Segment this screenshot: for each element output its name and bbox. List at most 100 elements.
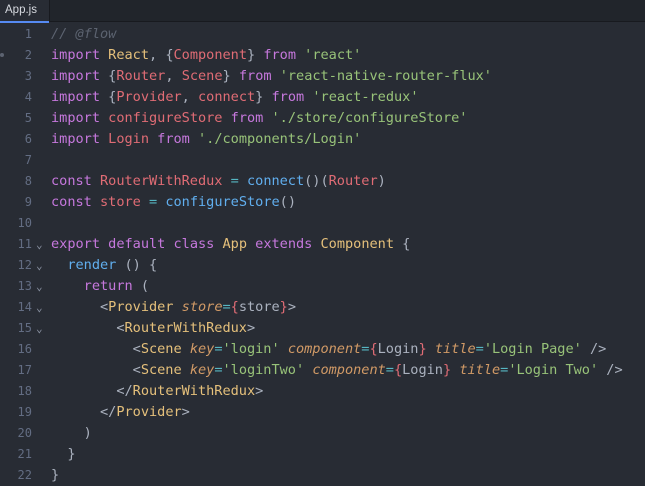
code-token: Login (402, 362, 443, 378)
code-line[interactable]: 8 const RouterWithRedux = connect()(Route… (0, 171, 645, 192)
code-token: = (222, 299, 231, 315)
code-token: RouterWithRedux (100, 173, 223, 189)
code-line[interactable]: 9 const store = configureStore() (0, 192, 645, 213)
code-token: , (165, 68, 182, 84)
code-token: store (100, 194, 141, 210)
tab-bar: App.js (0, 0, 645, 23)
code-line[interactable]: 15 ⌄ <RouterWithRedux> (0, 318, 645, 339)
code-token: 'loginTwo' (222, 362, 305, 378)
code-token: ) (377, 173, 386, 189)
code-token: default (108, 236, 166, 252)
code-line[interactable]: 11 ⌄ export default class App extends Comp… (0, 234, 645, 255)
code-token: { (393, 362, 403, 378)
code-token: { (369, 341, 378, 357)
code-line[interactable]: 6 import Login from './components/Login' (0, 129, 645, 150)
line-number: 16 (17, 342, 32, 356)
fold-chevron-icon[interactable]: ⌄ (36, 234, 46, 255)
line-number: 22 (17, 468, 32, 482)
code-line[interactable]: 14 ⌄ <Provider store={store}> (0, 297, 645, 318)
code-token: } (418, 341, 427, 357)
code-text: } (51, 465, 59, 486)
code-line[interactable]: 3 import {Router, Scene} from 'react-nati… (0, 66, 645, 87)
code-token: import (51, 47, 100, 63)
code-text: export default class App extends Compone… (51, 234, 410, 255)
code-token: < (51, 320, 125, 336)
code-line[interactable]: 7 (0, 150, 645, 171)
code-token: 'Login Page' (483, 341, 582, 357)
code-line[interactable]: 13 ⌄ return ( (0, 276, 645, 297)
code-text: const RouterWithRedux = connect()(Router… (51, 171, 386, 192)
code-text: ) (51, 423, 92, 444)
code-token: Router (116, 68, 166, 84)
code-text: import {Provider, connect} from 'react-r… (51, 87, 419, 108)
code-token: } (51, 467, 60, 483)
line-number: 14 (17, 300, 32, 314)
code-text: <RouterWithRedux> (51, 318, 255, 339)
fold-chevron-icon[interactable]: ⌄ (36, 318, 46, 339)
code-editor[interactable]: 1// @flow 2 import React, {Component} from… (0, 22, 645, 486)
code-token: Scene (140, 362, 182, 378)
code-text: </Provider> (51, 402, 190, 423)
code-token: return (83, 278, 133, 294)
line-number: 4 (24, 90, 32, 104)
code-token: Component (320, 236, 395, 252)
tab-app-js[interactable]: App.js (0, 0, 50, 23)
code-token: './store/configureStore' (271, 110, 468, 126)
fold-chevron-icon[interactable]: ⌄ (36, 297, 46, 318)
code-token: = (475, 341, 484, 357)
code-token: = (385, 362, 394, 378)
code-line[interactable]: 10 (0, 213, 645, 234)
code-line[interactable]: 1 // @flow (0, 24, 645, 45)
code-token: connect (198, 89, 256, 105)
code-token: < (51, 299, 109, 315)
code-token: 'login' (222, 341, 280, 357)
code-token: { (100, 68, 117, 84)
fold-chevron-icon[interactable]: ⌄ (36, 255, 46, 276)
code-token: { (393, 236, 411, 252)
code-token: store (181, 299, 223, 315)
code-line[interactable]: 5 import configureStore from './store/con… (0, 108, 645, 129)
code-token: Scene (181, 68, 223, 84)
code-line[interactable]: 16 <Scene key='login' component={Login} … (0, 339, 645, 360)
code-text: <Scene key='login' component={Login} tit… (51, 339, 607, 360)
code-token: import (51, 89, 100, 105)
code-token: RouterWithRedux (132, 383, 256, 399)
line-number: 7 (24, 153, 32, 167)
code-token: 'Login Two' (508, 362, 599, 378)
code-line[interactable]: 21 } (0, 444, 645, 465)
code-line[interactable]: 19 </Provider> (0, 402, 645, 423)
line-number: 15 (17, 321, 32, 335)
code-token: const (51, 194, 92, 210)
code-line[interactable]: 12 ⌄ render () { (0, 255, 645, 276)
code-token: export (51, 236, 100, 252)
code-token: './components/Login' (198, 131, 362, 147)
code-token: configureStore (165, 194, 280, 210)
code-line[interactable]: 2 import React, {Component} from 'react' (0, 45, 645, 66)
code-token: store (238, 299, 280, 315)
code-line[interactable]: 22} (0, 465, 645, 486)
code-text: import {Router, Scene} from 'react-nativ… (51, 66, 492, 87)
code-token: } (51, 446, 76, 462)
line-number: 21 (17, 447, 32, 461)
line-number: 13 (17, 279, 32, 293)
code-line[interactable]: 18 </RouterWithRedux> (0, 381, 645, 402)
code-line[interactable]: 17 <Scene key='loginTwo' component={Logi… (0, 360, 645, 381)
code-token: App (222, 236, 248, 252)
code-token: < (51, 341, 141, 357)
code-token: { (230, 299, 239, 315)
code-line[interactable]: 20 ) (0, 423, 645, 444)
code-line[interactable]: 4 import {Provider, connect} from 'react-… (0, 87, 645, 108)
code-token: const (51, 173, 92, 189)
fold-chevron-icon[interactable]: ⌄ (36, 276, 46, 297)
